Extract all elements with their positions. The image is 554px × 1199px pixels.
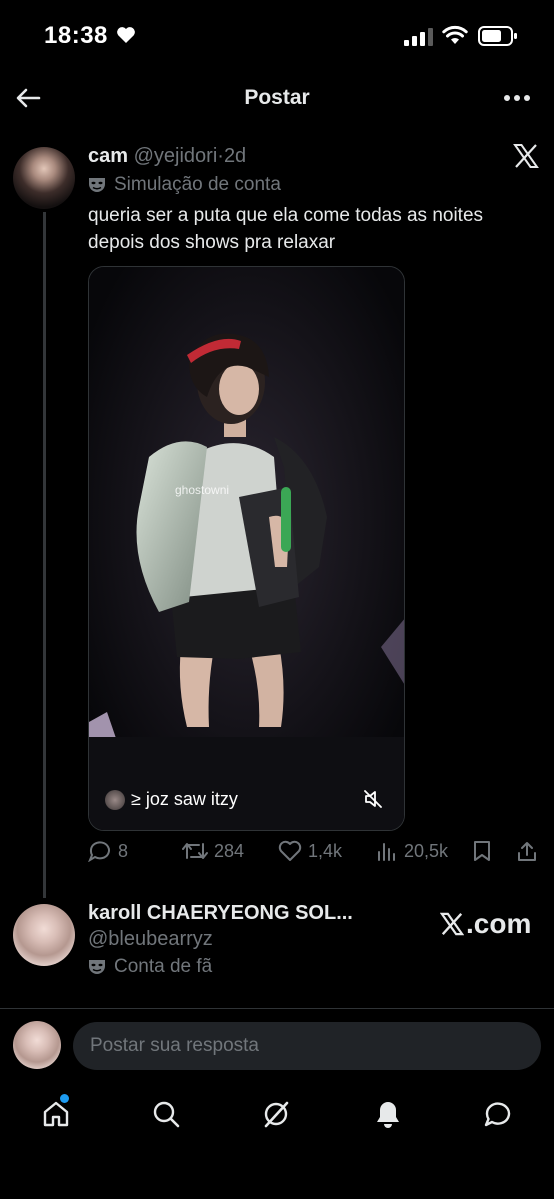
video-watermark: ghostowni [175,483,230,497]
home-icon [43,1101,69,1127]
performer-image [89,267,404,830]
post-video[interactable]: ghostowni ≥ joz saw itzy [88,266,405,831]
mute-icon[interactable] [363,789,383,814]
x-com-watermark: .com [440,908,531,940]
status-time: 18:38 [44,22,108,49]
x-logo-icon [440,912,464,936]
reply-count: 8 [118,840,129,861]
author-name[interactable]: cam [88,145,128,167]
site-suffix: .com [466,908,532,939]
account-label: Simulação de conta [114,174,281,195]
nav-home[interactable] [30,1088,82,1140]
bottom-navigation [0,1088,554,1148]
x-logo-icon [513,144,539,173]
theater-mask-icon [89,178,105,192]
post-header: Postar [0,72,554,124]
divider [0,1008,554,1009]
repost-icon [182,843,208,859]
status-bar: 18:38 [0,0,554,72]
more-dots-icon [504,95,530,101]
grok-icon [264,1101,289,1128]
repost-button[interactable]: 284 [182,840,244,862]
cellular-signal-icon [404,28,434,51]
messages-icon [484,1102,511,1127]
quoted-user-label-row: Conta de fã [88,956,212,978]
share-icon [518,842,536,861]
quoted-user-name[interactable]: karoll CHAERYEONG SOL... [88,902,353,925]
quoted-user-label: Conta de fã [114,956,213,977]
bookmark-button[interactable] [472,840,492,862]
like-count: 1,4k [308,840,343,861]
video-caption: ≥ joz saw itzy [105,789,238,810]
author-handle[interactable]: @yejidori [134,145,218,167]
reply-input[interactable] [73,1022,541,1070]
separator-dot: · [217,145,224,167]
post-author-line: cam @yejidori·2d [88,145,246,168]
views-button[interactable]: 20,5k [376,840,448,862]
notification-dot [60,1094,69,1103]
current-user-avatar [13,1021,61,1069]
quoted-user-avatar[interactable] [13,904,75,966]
heart-status-icon [116,26,136,49]
post-age: 2d [223,145,247,167]
quoted-user-handle[interactable]: @bleubearryz [88,928,213,951]
views-chart-icon [378,843,395,861]
view-count: 20,5k [404,840,449,861]
nav-messages[interactable] [472,1088,524,1140]
page-title: Postar [244,86,310,109]
account-label-row: Simulação de conta [88,174,281,196]
nav-grok[interactable] [250,1088,302,1140]
heart-icon [278,840,302,861]
more-options-button[interactable] [500,82,534,114]
notifications-icon [377,1102,399,1128]
thread-connector-line [43,212,46,898]
search-icon [153,1101,180,1128]
like-button[interactable]: 1,4k [278,840,342,862]
battery-icon [478,26,518,51]
repost-count: 284 [214,840,245,861]
nav-notifications[interactable] [362,1088,414,1140]
share-button[interactable] [516,840,538,862]
theater-mask-icon [89,960,105,974]
nav-search[interactable] [140,1088,192,1140]
post-text: queria ser a puta que ela come todas as … [88,205,484,253]
reply-button[interactable]: 8 [88,840,128,862]
bookmark-icon [474,841,490,861]
author-avatar[interactable] [13,147,75,209]
comment-icon [88,841,110,862]
caption-avatar [105,789,125,810]
wifi-icon [442,25,468,50]
post-actions: 8 284 1,4k 20,5k [88,840,543,870]
caption-text: ≥ joz saw itzy [131,789,238,809]
